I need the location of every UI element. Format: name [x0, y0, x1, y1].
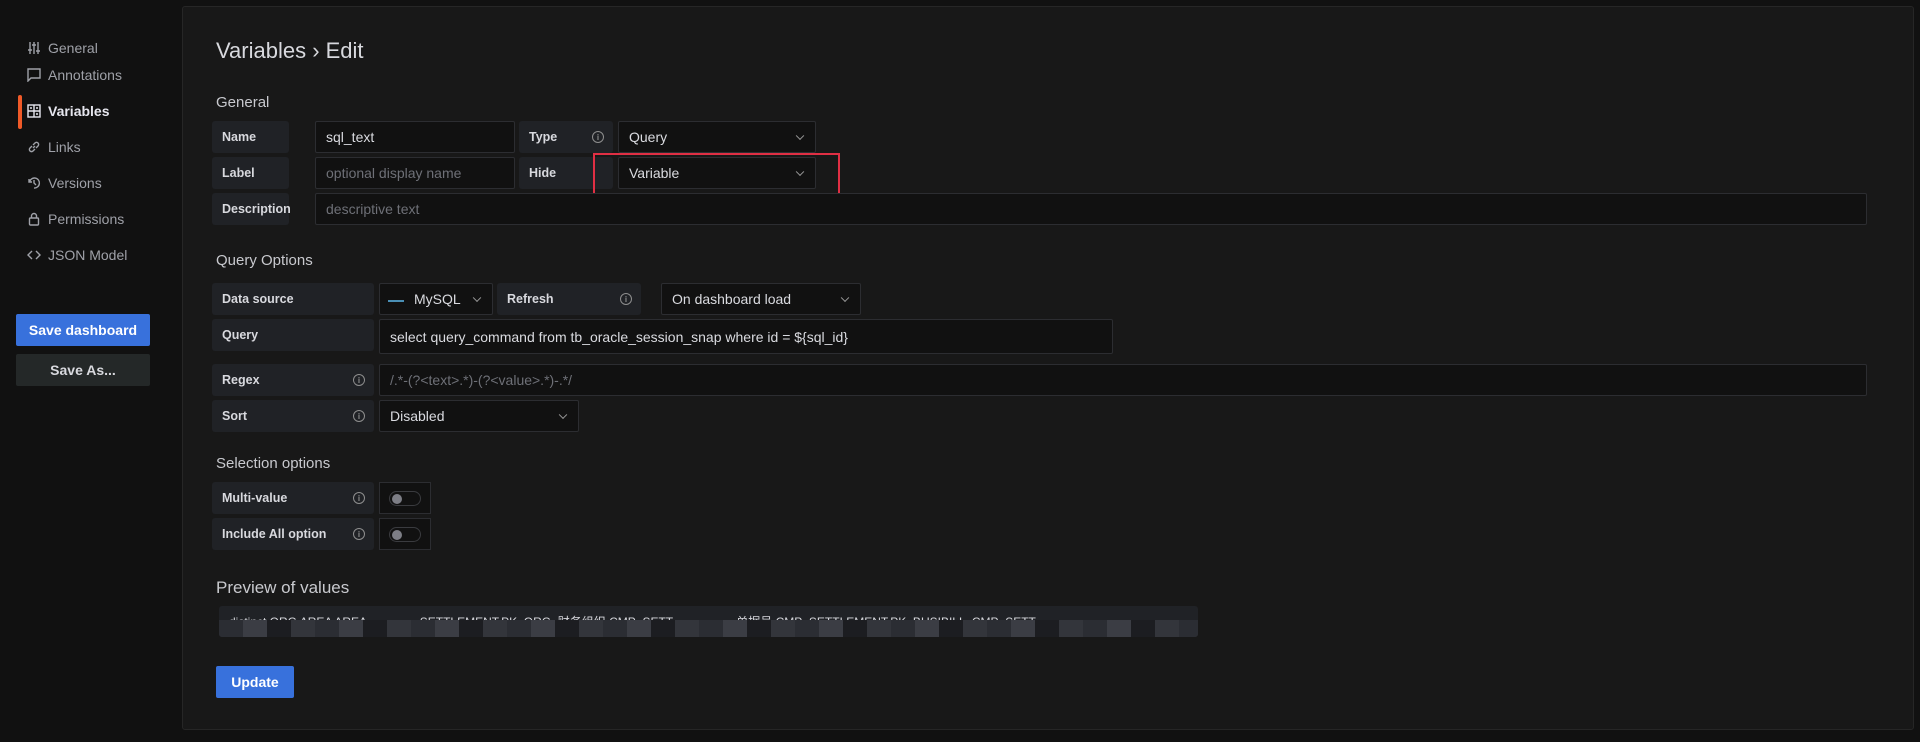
sort-select[interactable]: Disabled	[379, 400, 579, 432]
query-textarea[interactable]: select query_command from tb_oracle_sess…	[379, 319, 1113, 354]
query-options-heading: Query Options	[216, 252, 313, 269]
sidebar-item-annotations[interactable]: Annotations	[27, 63, 122, 87]
description-label: Description	[212, 193, 291, 225]
regex-label-text: Regex	[222, 373, 260, 387]
save-dashboard-button[interactable]: Save dashboard	[16, 314, 150, 346]
sidebar-item-links[interactable]: Links	[27, 135, 81, 159]
sidebar-item-general[interactable]: General	[27, 36, 98, 60]
update-button[interactable]: Update	[216, 666, 294, 698]
sidebar-item-permissions[interactable]: Permissions	[27, 207, 124, 231]
page-title: Variables › Edit	[216, 38, 364, 63]
multi-value-label: Multi-value i	[212, 482, 374, 514]
sidebar-item-label: Links	[48, 139, 81, 155]
info-icon[interactable]: i	[620, 293, 632, 305]
selection-options-heading: Selection options	[216, 455, 331, 472]
sidebar-item-versions[interactable]: Versions	[27, 171, 102, 195]
info-icon[interactable]: i	[353, 492, 365, 504]
include-all-label: Include All option i	[212, 518, 374, 550]
calculator-icon	[27, 104, 41, 118]
datasource-label: Data source	[212, 283, 374, 315]
active-indicator	[18, 95, 22, 129]
name-input[interactable]: sql_text	[315, 121, 515, 153]
refresh-label: Refresh i	[497, 283, 641, 315]
code-icon	[27, 250, 41, 260]
sidebar-item-label: Annotations	[48, 67, 122, 83]
regex-input[interactable]: /.*-(?<text>.*)-(?<value>.*)-.*/	[379, 364, 1867, 396]
description-input[interactable]: descriptive text	[315, 193, 1867, 225]
type-value: Query	[629, 129, 668, 145]
info-icon[interactable]: i	[353, 374, 365, 386]
multi-value-toggle[interactable]	[379, 482, 431, 514]
redaction-mask	[219, 620, 1198, 637]
datasource-select[interactable]: MySQL	[379, 283, 493, 315]
sidebar-item-label: Permissions	[48, 211, 125, 227]
lock-icon	[28, 212, 40, 226]
query-label: Query	[212, 319, 374, 351]
general-heading: General	[216, 94, 270, 111]
sidebar-item-variables[interactable]: Variables	[27, 99, 110, 123]
info-icon[interactable]: i	[592, 131, 604, 143]
chevron-down-icon	[840, 293, 850, 303]
history-icon	[28, 177, 41, 189]
preview-heading: Preview of values	[216, 578, 350, 597]
sliders-icon	[28, 42, 40, 54]
include-all-toggle[interactable]	[379, 518, 431, 550]
info-icon[interactable]: i	[353, 410, 365, 422]
include-all-text: Include All option	[222, 527, 327, 541]
name-label: Name	[212, 121, 289, 153]
sort-value: Disabled	[390, 408, 445, 424]
preview-value-chip: distinct ORG AREA AREA SETTLEMENT.PK_ORG…	[219, 606, 1198, 637]
sidebar-item-label: Versions	[48, 175, 102, 191]
label-label: Label	[212, 157, 289, 189]
refresh-select[interactable]: On dashboard load	[661, 283, 861, 315]
sidebar-item-json-model[interactable]: JSON Model	[27, 243, 127, 267]
save-as-button[interactable]: Save As...	[16, 354, 150, 386]
label-placeholder: optional display name	[326, 165, 462, 181]
chevron-down-icon	[558, 410, 568, 420]
sidebar-item-label: Variables	[48, 103, 110, 119]
multi-value-text: Multi-value	[222, 491, 288, 505]
type-label: Type i	[519, 121, 613, 153]
mysql-logo-icon	[388, 296, 404, 302]
regex-placeholder: /.*-(?<text>.*)-(?<value>.*)-.*/	[390, 372, 573, 388]
type-label-text: Type	[529, 130, 558, 144]
chevron-down-icon	[472, 293, 482, 303]
link-icon	[28, 141, 40, 153]
description-placeholder: descriptive text	[326, 201, 420, 217]
chevron-down-icon	[795, 131, 805, 141]
datasource-value: MySQL	[414, 291, 461, 307]
sidebar-item-label: General	[48, 40, 98, 56]
sidebar-item-label: JSON Model	[48, 247, 128, 263]
sort-label-text: Sort	[222, 409, 247, 423]
label-input[interactable]: optional display name	[315, 157, 515, 189]
sort-label: Sort i	[212, 400, 374, 432]
refresh-label-text: Refresh	[507, 292, 554, 306]
refresh-value: On dashboard load	[672, 291, 792, 307]
info-icon[interactable]: i	[353, 528, 365, 540]
regex-label: Regex i	[212, 364, 374, 396]
comment-icon	[27, 68, 41, 82]
type-select[interactable]: Query	[618, 121, 816, 153]
